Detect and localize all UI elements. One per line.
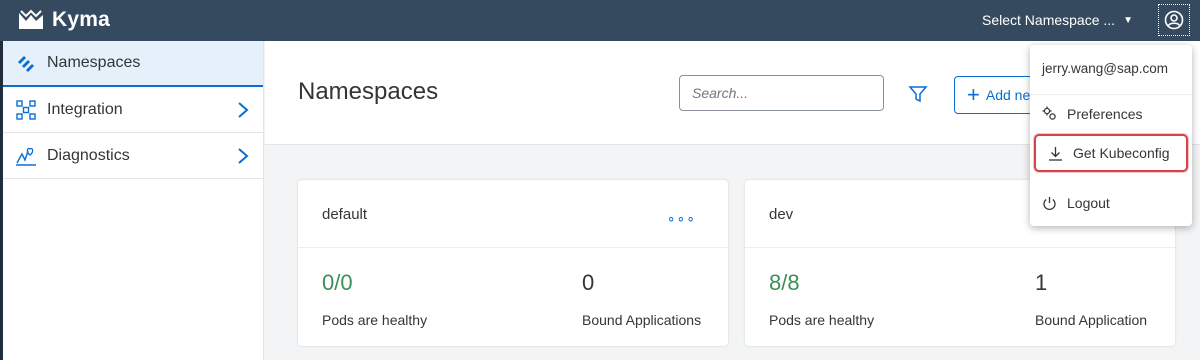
- user-menu-button[interactable]: [1158, 4, 1190, 36]
- menu-item-label: Get Kubeconfig: [1073, 145, 1170, 161]
- diagnostics-icon: [15, 145, 37, 167]
- pods-healthy-value: 8/8: [769, 270, 800, 295]
- bound-apps-label: Bound Application: [1035, 312, 1148, 328]
- menu-item-label: Logout: [1067, 195, 1110, 211]
- namespace-select-label: Select Namespace ...: [982, 12, 1116, 28]
- sidebar: Namespaces Integration Diagnostics: [3, 41, 264, 360]
- page-title: Namespaces: [298, 78, 439, 105]
- pods-stat: 0/0 Pods are healthy: [322, 270, 427, 328]
- preferences-icon: [1042, 106, 1056, 120]
- pods-healthy-value: 0/0: [322, 270, 353, 295]
- chevron-right-icon: [238, 102, 249, 118]
- integration-icon: [15, 99, 37, 121]
- download-icon: [1049, 146, 1062, 161]
- namespace-name: dev: [769, 206, 794, 223]
- sidebar-item-diagnostics[interactable]: Diagnostics: [3, 133, 263, 179]
- bound-apps-label: Bound Applications: [582, 312, 702, 328]
- pods-healthy-label: Pods are healthy: [322, 312, 428, 328]
- card-header: default ∘∘∘: [298, 180, 728, 248]
- search-input[interactable]: [679, 75, 884, 111]
- menu-item-label: Preferences: [1067, 105, 1143, 122]
- sidebar-item-namespaces[interactable]: Namespaces: [3, 41, 263, 87]
- pods-healthy-label: Pods are healthy: [769, 312, 875, 328]
- more-options-icon[interactable]: ∘∘∘: [667, 210, 696, 227]
- namespace-select[interactable]: Select Namespace ... ▼: [982, 12, 1133, 28]
- user-email: jerry.wang@sap.com: [1042, 61, 1168, 76]
- kyma-logo[interactable]: Kyma: [18, 8, 110, 32]
- menu-item-get-kubeconfig[interactable]: Get Kubeconfig: [1034, 134, 1188, 172]
- apps-stat: 1 Bound Application: [1035, 270, 1147, 328]
- pods-stat: 8/8 Pods are healthy: [769, 270, 874, 328]
- namespace-card-default[interactable]: default ∘∘∘ 0/0 Pods are healthy 0 Bound…: [298, 180, 728, 346]
- filter-icon[interactable]: [907, 83, 929, 105]
- caret-down-icon: ▼: [1123, 14, 1133, 26]
- chevron-right-icon: [238, 148, 249, 164]
- sidebar-item-label: Diagnostics: [47, 146, 130, 164]
- namespaces-icon: [15, 52, 37, 74]
- menu-item-logout[interactable]: Logout: [1030, 184, 1192, 222]
- apps-stat: 0 Bound Applications: [582, 270, 701, 328]
- user-account-icon: [1164, 10, 1184, 30]
- app-name: Kyma: [52, 8, 110, 31]
- bound-apps-value: 0: [582, 270, 595, 295]
- sidebar-item-label: Namespaces: [47, 54, 141, 71]
- sidebar-item-integration[interactable]: Integration: [3, 87, 263, 133]
- namespace-name: default: [322, 206, 368, 223]
- plus-icon: +: [967, 82, 980, 107]
- user-dropdown-menu: jerry.wang@sap.com Preferences Get Kubec…: [1030, 45, 1192, 226]
- power-icon: [1043, 196, 1056, 210]
- bound-apps-value: 1: [1035, 270, 1048, 295]
- menu-item-preferences[interactable]: Preferences: [1030, 94, 1192, 132]
- shell-bar: Kyma Select Namespace ... ▼: [0, 0, 1200, 41]
- kyma-logo-icon: [19, 9, 43, 29]
- sidebar-item-label: Integration: [47, 100, 123, 118]
